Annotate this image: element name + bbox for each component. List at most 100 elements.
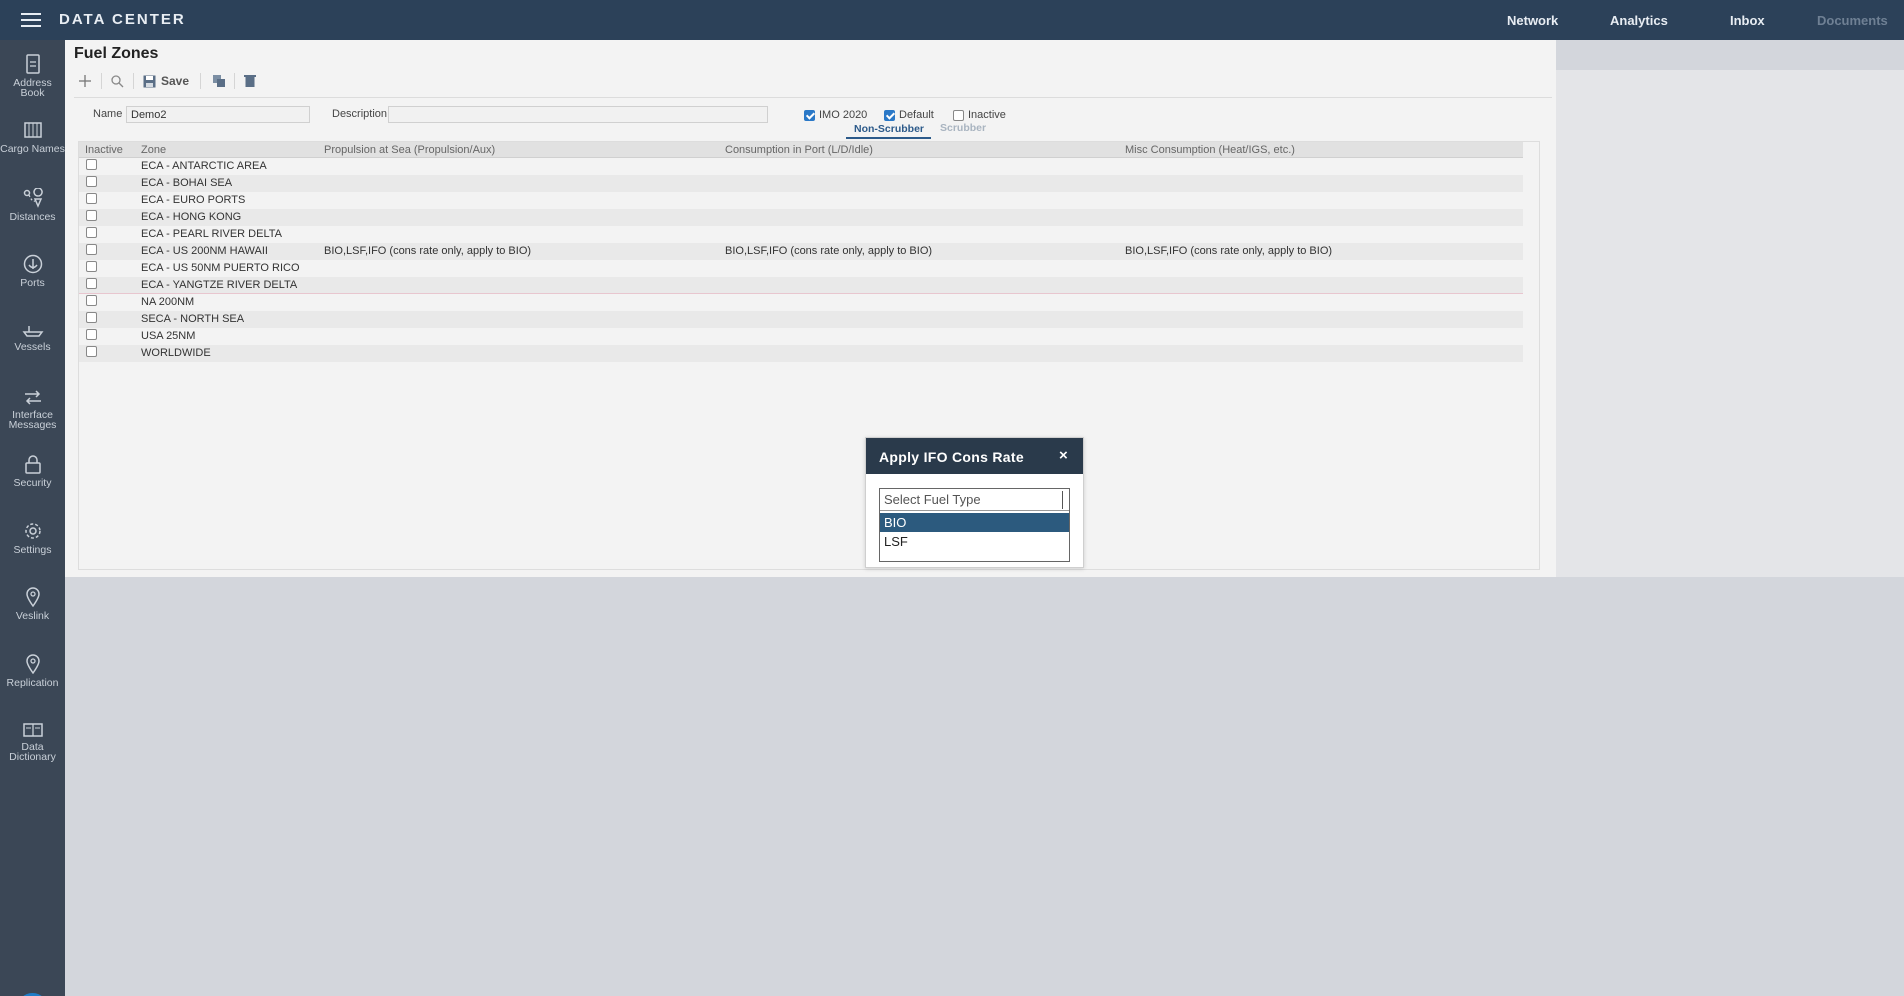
row-inactive-checkbox[interactable] — [86, 176, 97, 187]
nav-analytics[interactable]: Analytics — [1610, 13, 1668, 28]
sidebar-item-label: Vessels — [14, 341, 51, 353]
table-row[interactable]: NA 200NM — [79, 294, 1523, 311]
table-row[interactable]: WORLDWIDE — [79, 345, 1523, 362]
table-row[interactable]: ECA - EURO PORTS — [79, 192, 1523, 209]
nav-inbox[interactable]: Inbox — [1730, 13, 1765, 28]
zone-cell: ECA - EURO PORTS — [141, 194, 246, 206]
table-row[interactable]: ECA - YANGTZE RIVER DELTA — [79, 277, 1523, 294]
imo2020-checkbox[interactable]: IMO 2020 — [804, 109, 867, 121]
save-button[interactable]: Save — [143, 70, 189, 92]
delete-button[interactable] — [244, 70, 256, 92]
row-inactive-checkbox[interactable] — [86, 193, 97, 204]
sidebar-item-label: Veslink — [15, 610, 50, 622]
table-row[interactable]: ECA - BOHAI SEA — [79, 175, 1523, 192]
misc-consumption-cell[interactable]: BIO,LSF,IFO (cons rate only, apply to BI… — [1125, 245, 1332, 257]
address-book-icon — [25, 54, 40, 74]
tab-non-scrubber[interactable]: Non-Scrubber — [854, 123, 924, 135]
zone-cell: ECA - YANGTZE RIVER DELTA — [141, 279, 298, 291]
row-inactive-checkbox[interactable] — [86, 312, 97, 323]
add-button[interactable] — [78, 70, 92, 92]
book-icon — [22, 723, 43, 737]
checkbox-box — [804, 109, 815, 121]
table-row[interactable]: ECA - HONG KONG — [79, 209, 1523, 226]
sidebar-item-settings[interactable]: Settings — [0, 521, 65, 555]
name-label: Name — [93, 108, 123, 120]
sidebar-item-ports[interactable]: Ports — [0, 254, 65, 288]
sidebar-item-security[interactable]: Security — [0, 454, 65, 488]
row-inactive-checkbox[interactable] — [86, 227, 97, 238]
propulsion-cell[interactable]: BIO,LSF,IFO (cons rate only, apply to BI… — [324, 245, 531, 257]
row-inactive-checkbox[interactable] — [86, 346, 97, 357]
row-inactive-checkbox[interactable] — [86, 295, 97, 306]
fuel-type-listbox[interactable]: Select Fuel Type BIO LSF — [879, 488, 1070, 562]
table-row[interactable]: ECA - US 200NM HAWAII BIO,LSF,IFO (cons … — [79, 243, 1523, 260]
description-input[interactable] — [388, 106, 768, 123]
search-button[interactable] — [110, 70, 124, 92]
row-inactive-checkbox[interactable] — [86, 278, 97, 289]
close-icon[interactable]: × — [1059, 447, 1068, 464]
fuel-option-bio[interactable]: BIO — [880, 513, 1069, 532]
row-inactive-checkbox[interactable] — [86, 261, 97, 272]
table-row[interactable]: ECA - ANTARCTIC AREA — [79, 158, 1523, 175]
sidebar-item-vessels[interactable]: Vessels — [0, 322, 65, 352]
fuel-type-search-input[interactable]: Select Fuel Type — [880, 489, 1069, 511]
sidebar-item-label: Cargo Names — [0, 143, 65, 155]
hamburger-menu-icon[interactable] — [21, 13, 41, 27]
name-input[interactable] — [126, 106, 310, 123]
port-consumption-cell[interactable]: BIO,LSF,IFO (cons rate only, apply to BI… — [725, 245, 932, 257]
column-header-misc[interactable]: Misc Consumption (Heat/IGS, etc.) — [1125, 144, 1295, 156]
column-header-inactive[interactable]: Inactive — [85, 144, 123, 156]
zone-cell: ECA - HONG KONG — [141, 211, 242, 223]
zone-cell: ECA - BOHAI SEA — [141, 177, 233, 189]
sidebar-item-veslink[interactable]: Veslink — [0, 587, 65, 621]
dialog-title: Apply IFO Cons Rate — [879, 449, 1024, 465]
column-header-port[interactable]: Consumption in Port (L/D/Idle) — [725, 144, 873, 156]
zone-cell: ECA - ANTARCTIC AREA — [141, 160, 267, 172]
sidebar-item-label: Security — [13, 477, 52, 489]
table-row[interactable]: USA 25NM — [79, 328, 1523, 345]
side-panel-area — [1556, 70, 1904, 577]
nav-documents[interactable]: Documents — [1817, 13, 1888, 28]
active-tab-indicator — [846, 137, 931, 139]
sidebar-item-interface-messages[interactable]: Interface Messages — [0, 388, 65, 430]
sidebar-item-data-dictionary[interactable]: Data Dictionary — [0, 722, 65, 762]
column-header-propulsion[interactable]: Propulsion at Sea (Propulsion/Aux) — [324, 144, 495, 156]
row-inactive-checkbox[interactable] — [86, 159, 97, 170]
default-checkbox[interactable]: Default — [884, 109, 934, 121]
zone-cell: ECA - US 50NM PUERTO RICO — [141, 262, 300, 274]
row-inactive-checkbox[interactable] — [86, 210, 97, 221]
imo2020-label: IMO 2020 — [819, 109, 868, 121]
row-inactive-checkbox[interactable] — [86, 329, 97, 340]
page-title: Fuel Zones — [74, 45, 159, 62]
fuel-option-lsf[interactable]: LSF — [880, 532, 1069, 551]
table-row[interactable]: SECA - NORTH SEA — [79, 311, 1523, 328]
save-label: Save — [161, 74, 190, 88]
inactive-checkbox[interactable]: Inactive — [953, 109, 1006, 121]
vessel-icon — [22, 326, 43, 337]
map-pin-icon — [25, 654, 40, 674]
checkbox-box — [953, 109, 964, 121]
zone-cell: ECA - PEARL RIVER DELTA — [141, 228, 283, 240]
column-header-zone[interactable]: Zone — [141, 144, 166, 156]
sidebar-item-replication[interactable]: Replication — [0, 654, 65, 688]
table-row[interactable]: ECA - PEARL RIVER DELTA — [79, 226, 1523, 243]
tab-scrubber[interactable]: Scrubber — [940, 122, 986, 134]
sidebar-item-label: Data Dictionary — [9, 741, 56, 763]
cargo-icon — [23, 122, 42, 138]
nav-network[interactable]: Network — [1507, 13, 1558, 28]
inactive-label: Inactive — [968, 109, 1006, 121]
description-label: Description — [332, 108, 388, 120]
distances-icon — [23, 188, 43, 208]
sidebar-item-label: Interface Messages — [8, 409, 57, 431]
fuel-zones-grid: Inactive Zone Propulsion at Sea (Propuls… — [78, 141, 1540, 570]
table-row[interactable]: ECA - US 50NM PUERTO RICO — [79, 260, 1523, 277]
sidebar-item-address-book[interactable]: Address Book — [0, 54, 65, 98]
sidebar-item-distances[interactable]: Distances — [0, 188, 65, 222]
zone-cell: USA 25NM — [141, 330, 196, 342]
toolbar-divider — [74, 97, 1552, 98]
sidebar-item-cargo-names[interactable]: Cargo Names — [0, 120, 65, 154]
copy-button[interactable] — [212, 70, 226, 92]
row-inactive-checkbox[interactable] — [86, 244, 97, 255]
default-label: Default — [899, 109, 934, 121]
app-title: DATA CENTER — [59, 11, 186, 28]
